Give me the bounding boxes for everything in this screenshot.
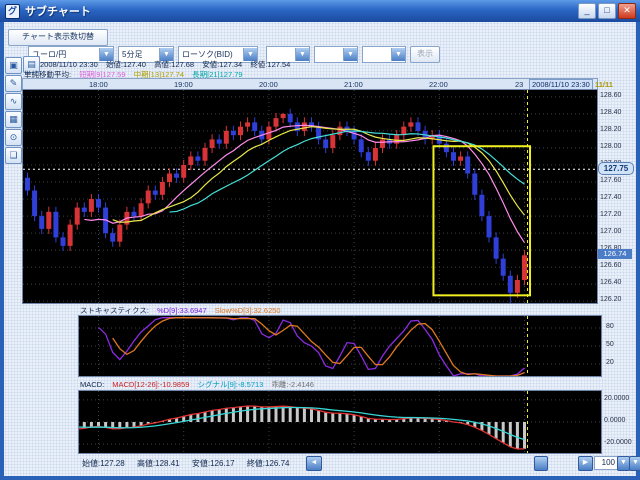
- price-axis: 128.60128.40128.20128.00127.80127.60127.…: [598, 89, 636, 302]
- candle-close: 終値:127.54: [250, 60, 290, 69]
- main-chart-plot[interactable]: [22, 89, 598, 304]
- price-tick-label: 126.20: [600, 296, 621, 303]
- price-tick-label: 127.60: [600, 177, 621, 184]
- app-window: グ サブチャート _ □ ✕ チャート表示数切替 ユーロ/円 ▼ 5分足 ▼ ロ…: [0, 0, 640, 480]
- bar-count-input[interactable]: 100: [594, 456, 618, 470]
- zoom-stepper-down[interactable]: ▼: [629, 456, 640, 471]
- stoch-slow-value: Slow%D[3]:32.6250: [215, 306, 281, 315]
- stoch-d-value: %D[9]:33.6947: [157, 306, 207, 315]
- session-open: 始値:127.28: [82, 459, 125, 468]
- stoch-tick-label: 80: [606, 323, 614, 330]
- price-tick-label: 127.40: [600, 194, 621, 201]
- stochastics-plot[interactable]: [78, 315, 602, 377]
- macd-tick-label: -20.0000: [604, 439, 632, 446]
- price-tick-label: 127.20: [600, 211, 621, 218]
- stochastics-axis: 80 50 20: [604, 315, 636, 375]
- time-tick-label: 22:00: [429, 80, 448, 89]
- candle-open: 始値:127.40: [106, 60, 146, 69]
- time-tick-label: 21:00: [344, 80, 363, 89]
- filter-select-2[interactable]: ▼: [314, 46, 358, 63]
- chevron-down-icon[interactable]: ▼: [391, 48, 405, 61]
- filter-select-3[interactable]: ▼: [362, 46, 406, 63]
- candle-high: 高値:127.68: [154, 60, 194, 69]
- candle-low: 安値:127.34: [202, 60, 242, 69]
- data-table-icon[interactable]: ▦: [5, 111, 22, 128]
- macd-signal-value: シグナル[9]:-8.5713: [197, 380, 263, 389]
- drawing-toolbar: ▣✎∿▦⊙❏: [4, 57, 20, 453]
- session-low: 安値:126.17: [192, 459, 235, 468]
- window-content: チャート表示数切替 ユーロ/円 ▼ 5分足 ▼ ローソク(BID) ▼ ▼ ▼ …: [4, 22, 636, 476]
- price-tick-label: 128.40: [600, 109, 621, 116]
- session-ohlc-bar: 始値:127.28 高値:128.41 安値:126.17 終値:126.74: [82, 458, 300, 469]
- scroll-right-button[interactable]: ▶: [578, 456, 593, 471]
- new-window-icon[interactable]: ❏: [5, 147, 22, 164]
- price-tick-label: 126.60: [600, 262, 621, 269]
- session-high: 高値:128.41: [137, 459, 180, 468]
- title-bar[interactable]: グ サブチャート _ □ ✕: [0, 0, 640, 22]
- detail-button[interactable]: ◄: [306, 456, 322, 471]
- time-tick-label: 19:00: [174, 80, 193, 89]
- minimize-button[interactable]: _: [578, 3, 596, 19]
- window-title: サブチャート: [25, 3, 91, 19]
- macd-tick-label: 0.0000: [604, 417, 625, 424]
- chevron-down-icon[interactable]: ▼: [295, 48, 309, 61]
- time-tick-label: 23: [515, 80, 523, 89]
- maximize-button[interactable]: □: [598, 3, 616, 19]
- stoch-tick-label: 20: [606, 359, 614, 366]
- chart-display-switch-button[interactable]: チャート表示数切替: [8, 29, 108, 46]
- draw-line-icon[interactable]: ✎: [5, 75, 22, 92]
- app-icon: グ: [5, 4, 20, 19]
- time-tick-label: 20:00: [259, 80, 278, 89]
- price-tick-label: 128.20: [600, 126, 621, 133]
- macd-value: MACD[12-26]:-10.9859: [112, 380, 189, 389]
- last-price-tag: 126.74: [598, 249, 632, 259]
- price-tick-label: 128.00: [600, 143, 621, 150]
- cursor-mode-icon[interactable]: ▣: [5, 57, 22, 74]
- price-tick-label: 128.60: [600, 92, 621, 99]
- stochastics-label: ストキャスティクス:: [80, 306, 149, 315]
- scrollbar-thumb[interactable]: [534, 456, 548, 471]
- price-tick-label: 127.00: [600, 228, 621, 235]
- macd-label: MACD:: [80, 380, 104, 389]
- next-day-label: 11/11: [595, 80, 613, 89]
- macd-tick-label: 20.0000: [604, 395, 629, 402]
- macd-axis: 20.0000 0.0000 -20.0000: [602, 390, 636, 452]
- price-tick-label: 126.40: [600, 279, 621, 286]
- price-marker-bubble: 127.75: [598, 162, 634, 175]
- session-close: 終値:126.74: [247, 459, 290, 468]
- stoch-tick-label: 50: [606, 341, 614, 348]
- apply-button[interactable]: 表示: [410, 46, 440, 63]
- macd-info-line: MACD: MACD[12-26]:-10.9859 シグナル[9]:-8.57…: [80, 379, 320, 390]
- settings-icon[interactable]: ⊙: [5, 129, 22, 146]
- macd-plot[interactable]: [78, 390, 602, 454]
- close-button[interactable]: ✕: [618, 3, 636, 19]
- indicator-icon[interactable]: ∿: [5, 93, 22, 110]
- macd-divergence-value: 乖離:-2.4146: [271, 380, 314, 389]
- chevron-down-icon[interactable]: ▼: [343, 48, 357, 61]
- candle-datetime: 2008/11/10 23:30: [40, 60, 98, 69]
- time-tick-label: 18:00: [89, 80, 108, 89]
